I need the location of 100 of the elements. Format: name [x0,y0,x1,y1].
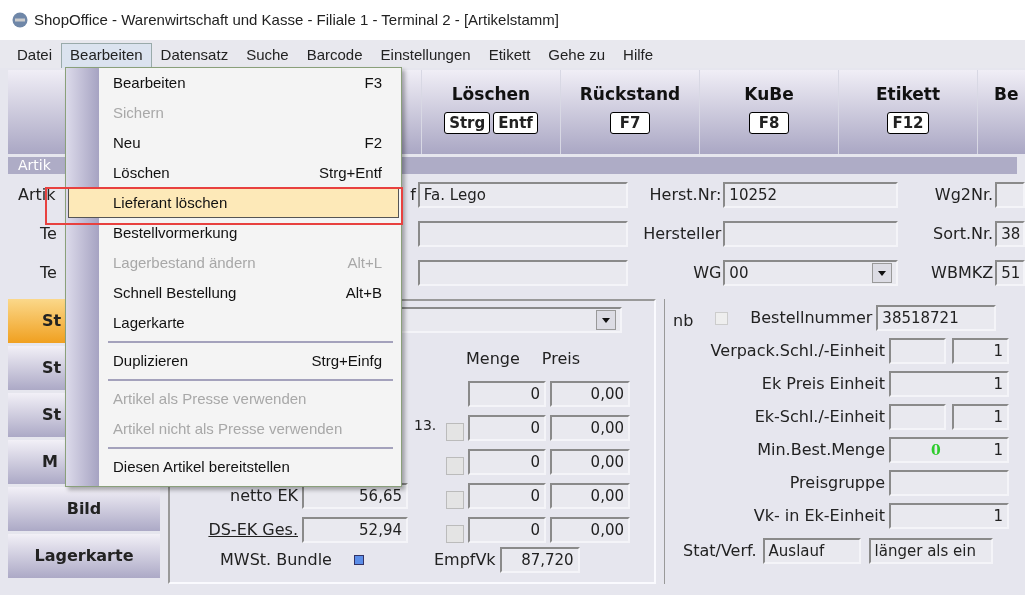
field-label: Preisgruppe [789,472,885,494]
input-field[interactable] [995,182,1025,208]
input-field[interactable] [417,260,629,286]
input-field[interactable]: 0 [468,381,546,407]
field-label: nb [673,310,694,332]
checkbox[interactable] [446,525,464,543]
input-field[interactable]: 38 [995,221,1025,247]
menu-item[interactable]: Löschen Strg+Entf [68,158,399,188]
checkbox[interactable] [446,457,464,475]
input-field[interactable]: 52,94 [302,517,408,543]
menu-item[interactable]: Etikett [479,42,540,68]
menu-item[interactable]: Bearbeiten F3 [68,68,399,98]
toolbar-label: KuBe [744,83,794,106]
key-cap: F12 [887,111,929,134]
dropdown-button[interactable] [596,310,616,330]
input-field[interactable]: 0 [468,483,546,509]
menu-item[interactable]: Lagerkarte [68,308,399,338]
nav-button[interactable]: Lagerkarte [8,534,160,578]
dropdown-button[interactable] [871,263,892,283]
menu-item[interactable]: Neu F2 [68,128,399,158]
toolbar-label: Rückstand [579,83,681,106]
app-icon [12,12,28,28]
field-label: EmpfVk [433,549,496,571]
input-field[interactable]: 10252 [723,182,898,208]
input-field[interactable]: 0 [468,517,546,543]
toolbar-button[interactable]: Rückstand F7 [561,70,700,154]
window-title: ShopOffice - Warenwirtschaft und Kasse - Filiale 1 - Terminal 2 - [Artikelstamm] [34,9,559,30]
toolbar-button[interactable]: Be [978,70,1025,154]
menu-item[interactable]: Diesen Artikel bereitstellen [68,452,399,482]
dropdown-field[interactable]: 00 [723,260,898,286]
menu-item[interactable]: Hilfe [614,42,663,68]
menu-item[interactable]: Bestellvormerkung [68,218,399,248]
menu-item[interactable]: Lieferant löschen [68,188,399,218]
input-field[interactable]: 51 [995,260,1025,286]
row-label: 13. [414,416,437,435]
input-field[interactable]: 0 1 [889,437,1009,463]
section-title: Artik [17,156,51,175]
menu-item[interactable]: Suche [237,42,298,68]
input-field[interactable]: 87,720 [499,547,580,573]
input-field[interactable]: 1 [952,404,1009,430]
toolbar-label: Etikett [875,83,941,106]
key-cap: Strg [444,111,491,134]
toolbar-button[interactable]: Löschen Strg Entf [422,70,561,154]
field-label: Bestellnummer [750,307,873,329]
link[interactable]: DS-EK Ges. [208,518,298,542]
input-field[interactable]: 0,00 [550,381,630,407]
toolbar-button[interactable]: KuBe F8 [700,70,839,154]
field-label: Ek-Schl./-Einheit [754,406,885,428]
menu-item[interactable]: Schnell Bestellung Alt+B [68,278,399,308]
field-label: netto EK [230,485,298,507]
key-cap: F7 [610,111,650,134]
field-label: Hersteller [643,223,722,245]
field-label: Te [40,263,57,282]
input-field[interactable] [723,221,898,247]
checkbox[interactable] [446,423,464,441]
input-field[interactable]: 0,00 [550,483,630,509]
input-field[interactable]: länger als ein [868,538,993,564]
toolbar-label: Be [994,83,1019,106]
menu-item[interactable]: Einstellungen [371,42,480,68]
menu-item[interactable]: Gehe zu [539,42,615,68]
dropdown-field[interactable] [400,307,622,333]
checkbox[interactable] [446,491,464,509]
field-label: Vk- in Ek-Einheit [753,505,885,527]
field-label: Sort.Nr. [933,223,994,245]
caret-icon [877,270,886,276]
menu-item[interactable]: Duplizieren Strg+Einfg [68,346,399,376]
menu-item[interactable]: Datensatz [151,42,238,68]
input-field[interactable]: Auslauf [762,538,861,564]
field-label: Verpack.Schl./-Einheit [710,340,885,362]
input-field[interactable]: Fa. Lego [417,182,629,208]
input-field[interactable]: 0,00 [550,517,630,543]
count-label: 0 [931,440,941,460]
input-field[interactable]: 1 [952,338,1009,364]
field-label: WBMKZ [931,262,994,284]
menu-item[interactable]: Barcode [297,42,372,68]
toolbar-button[interactable]: Etikett F12 [839,70,978,154]
checkbox[interactable] [353,555,364,565]
input-field[interactable] [889,470,1009,496]
input-field[interactable] [889,404,946,430]
key-cap: Entf [493,111,538,134]
field-label: WG [693,262,722,284]
field-label: Wg2Nr. [934,184,994,206]
nav-button[interactable]: Bild [8,487,160,531]
caret-icon [602,317,610,323]
input-field[interactable]: 0,00 [550,449,630,475]
column-header: Preis [541,348,580,369]
input-field[interactable]: 1 [889,503,1009,529]
menu-item[interactable]: Datei [8,42,62,68]
input-field[interactable]: 0 [468,449,546,475]
field-label: Herst.Nr: [649,184,722,206]
input-field[interactable]: 0,00 [550,415,630,441]
input-field[interactable]: 1 [889,371,1009,397]
field-label: Te [40,224,57,243]
input-field[interactable]: 0 [468,415,546,441]
field-label: Stat/Verf. [683,540,757,562]
menu-item[interactable]: Bearbeiten [61,42,152,68]
input-field[interactable]: 38518721 [876,305,997,331]
field-label: MWSt. Bundle [220,549,332,571]
input-field[interactable] [417,221,629,247]
input-field[interactable] [889,338,946,364]
